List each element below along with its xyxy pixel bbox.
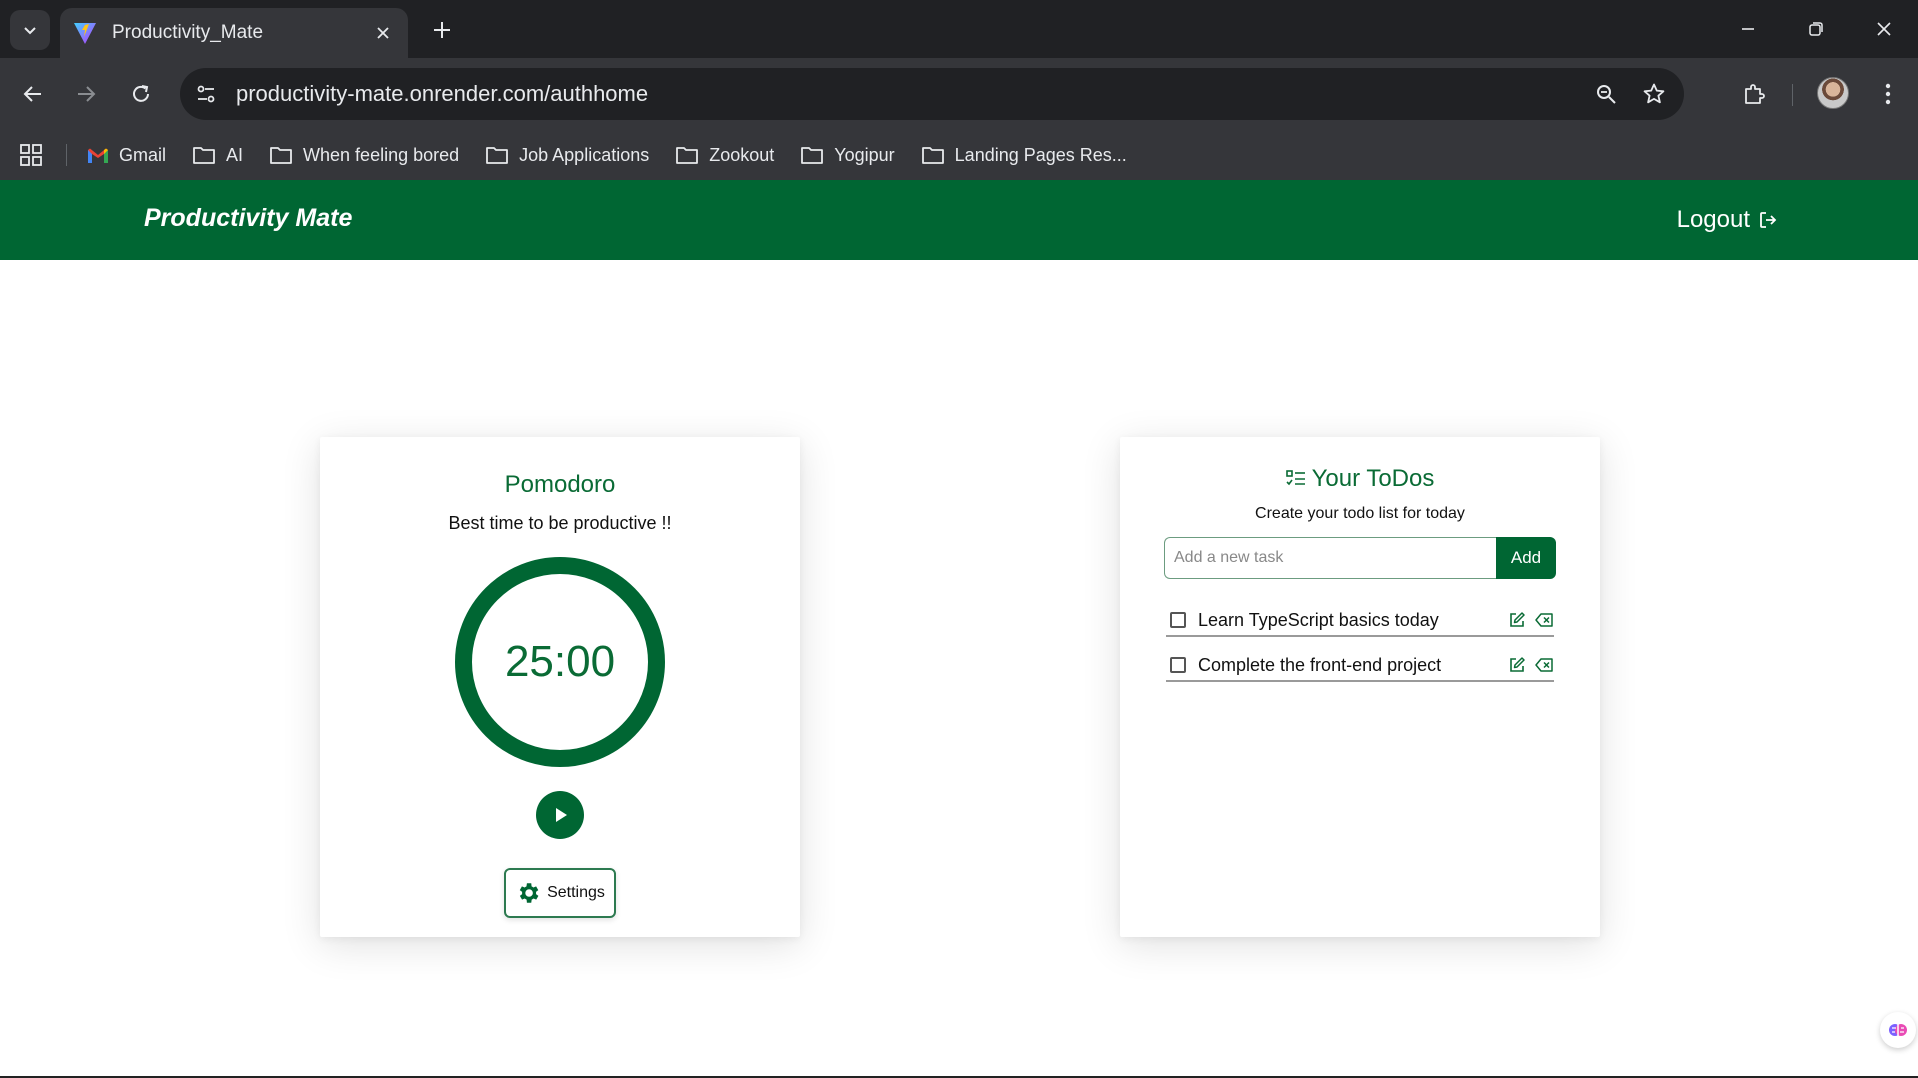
- tab-search-button[interactable]: [10, 10, 50, 50]
- toolbar-divider: [1792, 84, 1793, 106]
- bookmarks-divider: [66, 144, 67, 166]
- bookmark-folder-zookout[interactable]: Zookout: [675, 145, 774, 166]
- todos-subtitle: Create your todo list for today: [1255, 505, 1465, 522]
- zoom-button[interactable]: [1586, 74, 1626, 114]
- checklist-icon: [1285, 470, 1305, 486]
- bookmark-label: Gmail: [119, 144, 167, 165]
- reload-button[interactable]: [121, 74, 161, 114]
- reload-icon: [133, 85, 149, 102]
- bookmark-folder-job-applications[interactable]: Job Applications: [485, 145, 649, 166]
- url-text[interactable]: productivity-mate.onrender.com/authhome: [236, 81, 1586, 107]
- new-task-input[interactable]: [1164, 537, 1496, 579]
- add-task-button[interactable]: Add: [1496, 537, 1556, 579]
- settings-label: Settings: [547, 884, 605, 901]
- edit-icon[interactable]: [1507, 610, 1527, 630]
- close-tab-icon[interactable]: [370, 20, 396, 46]
- todo-checkbox[interactable]: [1170, 612, 1186, 628]
- folder-icon: [270, 147, 292, 164]
- browser-toolbar: productivity-mate.onrender.com/authhome: [0, 58, 1918, 130]
- bookmark-folder-when-feeling-bored[interactable]: When feeling bored: [269, 145, 459, 166]
- gmail-icon: [88, 148, 108, 163]
- pomodoro-subtitle: Best time to be productive !!: [448, 513, 672, 533]
- todos-title: Your ToDos: [1120, 465, 1600, 493]
- gear-icon: [519, 883, 539, 903]
- folder-icon: [193, 147, 215, 164]
- puzzle-icon: [1745, 84, 1765, 104]
- arrow-left-icon: [23, 86, 41, 102]
- bookmark-folder-landing-pages[interactable]: Landing Pages Res...: [921, 145, 1127, 166]
- delete-icon[interactable]: [1534, 655, 1554, 675]
- floating-extension-button[interactable]: [1880, 1012, 1916, 1048]
- brand-logo[interactable]: Productivity Mate: [144, 204, 352, 233]
- bookmark-folder-yogipur[interactable]: Yogipur: [800, 144, 895, 166]
- play-button[interactable]: [536, 791, 584, 839]
- chevron-down-icon: [24, 27, 36, 35]
- logout-icon: [1760, 212, 1777, 228]
- todos-title-text: Your ToDos: [1311, 465, 1435, 492]
- timer-ring: 25:00: [455, 557, 665, 767]
- delete-icon[interactable]: [1534, 610, 1554, 630]
- bookmark-label: Zookout: [709, 144, 775, 165]
- todo-checkbox[interactable]: [1170, 657, 1186, 673]
- todo-item: Learn TypeScript basics today: [1166, 605, 1554, 637]
- back-button[interactable]: [13, 74, 53, 114]
- todo-text: Complete the front-end project: [1198, 654, 1442, 675]
- more-vertical-icon: [1885, 83, 1891, 105]
- bookmark-label: When feeling bored: [303, 144, 460, 165]
- bookmark-folder-ai[interactable]: AI: [192, 145, 243, 166]
- bookmark-label: AI: [226, 144, 244, 165]
- tune-icon: [197, 85, 215, 103]
- todo-text: Learn TypeScript basics today: [1198, 609, 1439, 630]
- timer-display: 25:00: [504, 637, 616, 686]
- restore-icon: [1809, 22, 1823, 36]
- folder-icon: [676, 147, 699, 164]
- pomodoro-title: Pomodoro: [504, 471, 616, 498]
- bookmarks-bar: Gmail AI When feeling bored Job Applicat…: [0, 130, 1918, 180]
- arrow-right-icon: [78, 86, 96, 102]
- site-info-button[interactable]: [186, 74, 226, 114]
- minimize-button[interactable]: [1714, 0, 1782, 58]
- todos-card: Your ToDos Create your todo list for tod…: [1120, 437, 1600, 937]
- bookmark-label: Landing Pages Res...: [954, 144, 1127, 165]
- apps-button[interactable]: [16, 140, 46, 170]
- logout-button[interactable]: Logout: [1677, 206, 1778, 234]
- forward-button[interactable]: [66, 74, 106, 114]
- tab-title: Productivity_Mate: [112, 22, 264, 43]
- folder-icon: [801, 147, 824, 164]
- logout-label: Logout: [1676, 206, 1750, 233]
- zoom-icon: [1597, 85, 1616, 104]
- address-bar[interactable]: productivity-mate.onrender.com/authhome: [180, 68, 1684, 120]
- plus-icon: [434, 22, 450, 38]
- folder-icon: [921, 147, 944, 164]
- browser-tab-bar: Productivity_Mate: [0, 0, 1918, 58]
- browser-menu-button[interactable]: [1868, 74, 1908, 114]
- app-navbar: Productivity Mate Logout: [0, 180, 1918, 260]
- pomodoro-card: Pomodoro Best time to be productive !! 2…: [320, 437, 800, 937]
- browser-tab[interactable]: Productivity_Mate: [60, 8, 408, 58]
- folder-icon: [486, 147, 509, 164]
- new-tab-button[interactable]: [424, 12, 460, 48]
- close-window-button[interactable]: [1850, 0, 1918, 58]
- bookmark-label: Yogipur: [834, 144, 895, 165]
- add-task-form: Add: [1164, 537, 1556, 579]
- bookmark-gmail[interactable]: Gmail: [87, 145, 166, 166]
- todo-item: Complete the front-end project: [1166, 650, 1554, 682]
- profile-avatar[interactable]: [1817, 77, 1849, 109]
- brain-icon: [1889, 1024, 1907, 1036]
- todo-list: Learn TypeScript basics today Complete t…: [1166, 605, 1554, 695]
- restore-button[interactable]: [1782, 0, 1850, 58]
- apps-grid-icon: [20, 144, 42, 166]
- minimize-icon: [1742, 28, 1754, 30]
- bookmark-label: Job Applications: [519, 144, 650, 165]
- settings-button[interactable]: Settings: [504, 868, 616, 918]
- extensions-button[interactable]: [1734, 74, 1774, 114]
- close-icon: [1877, 22, 1891, 36]
- edit-icon[interactable]: [1507, 655, 1527, 675]
- vite-favicon-icon: [74, 23, 96, 44]
- play-icon: [556, 808, 567, 822]
- bookmark-star-button[interactable]: [1634, 74, 1674, 114]
- star-icon: [1643, 83, 1665, 104]
